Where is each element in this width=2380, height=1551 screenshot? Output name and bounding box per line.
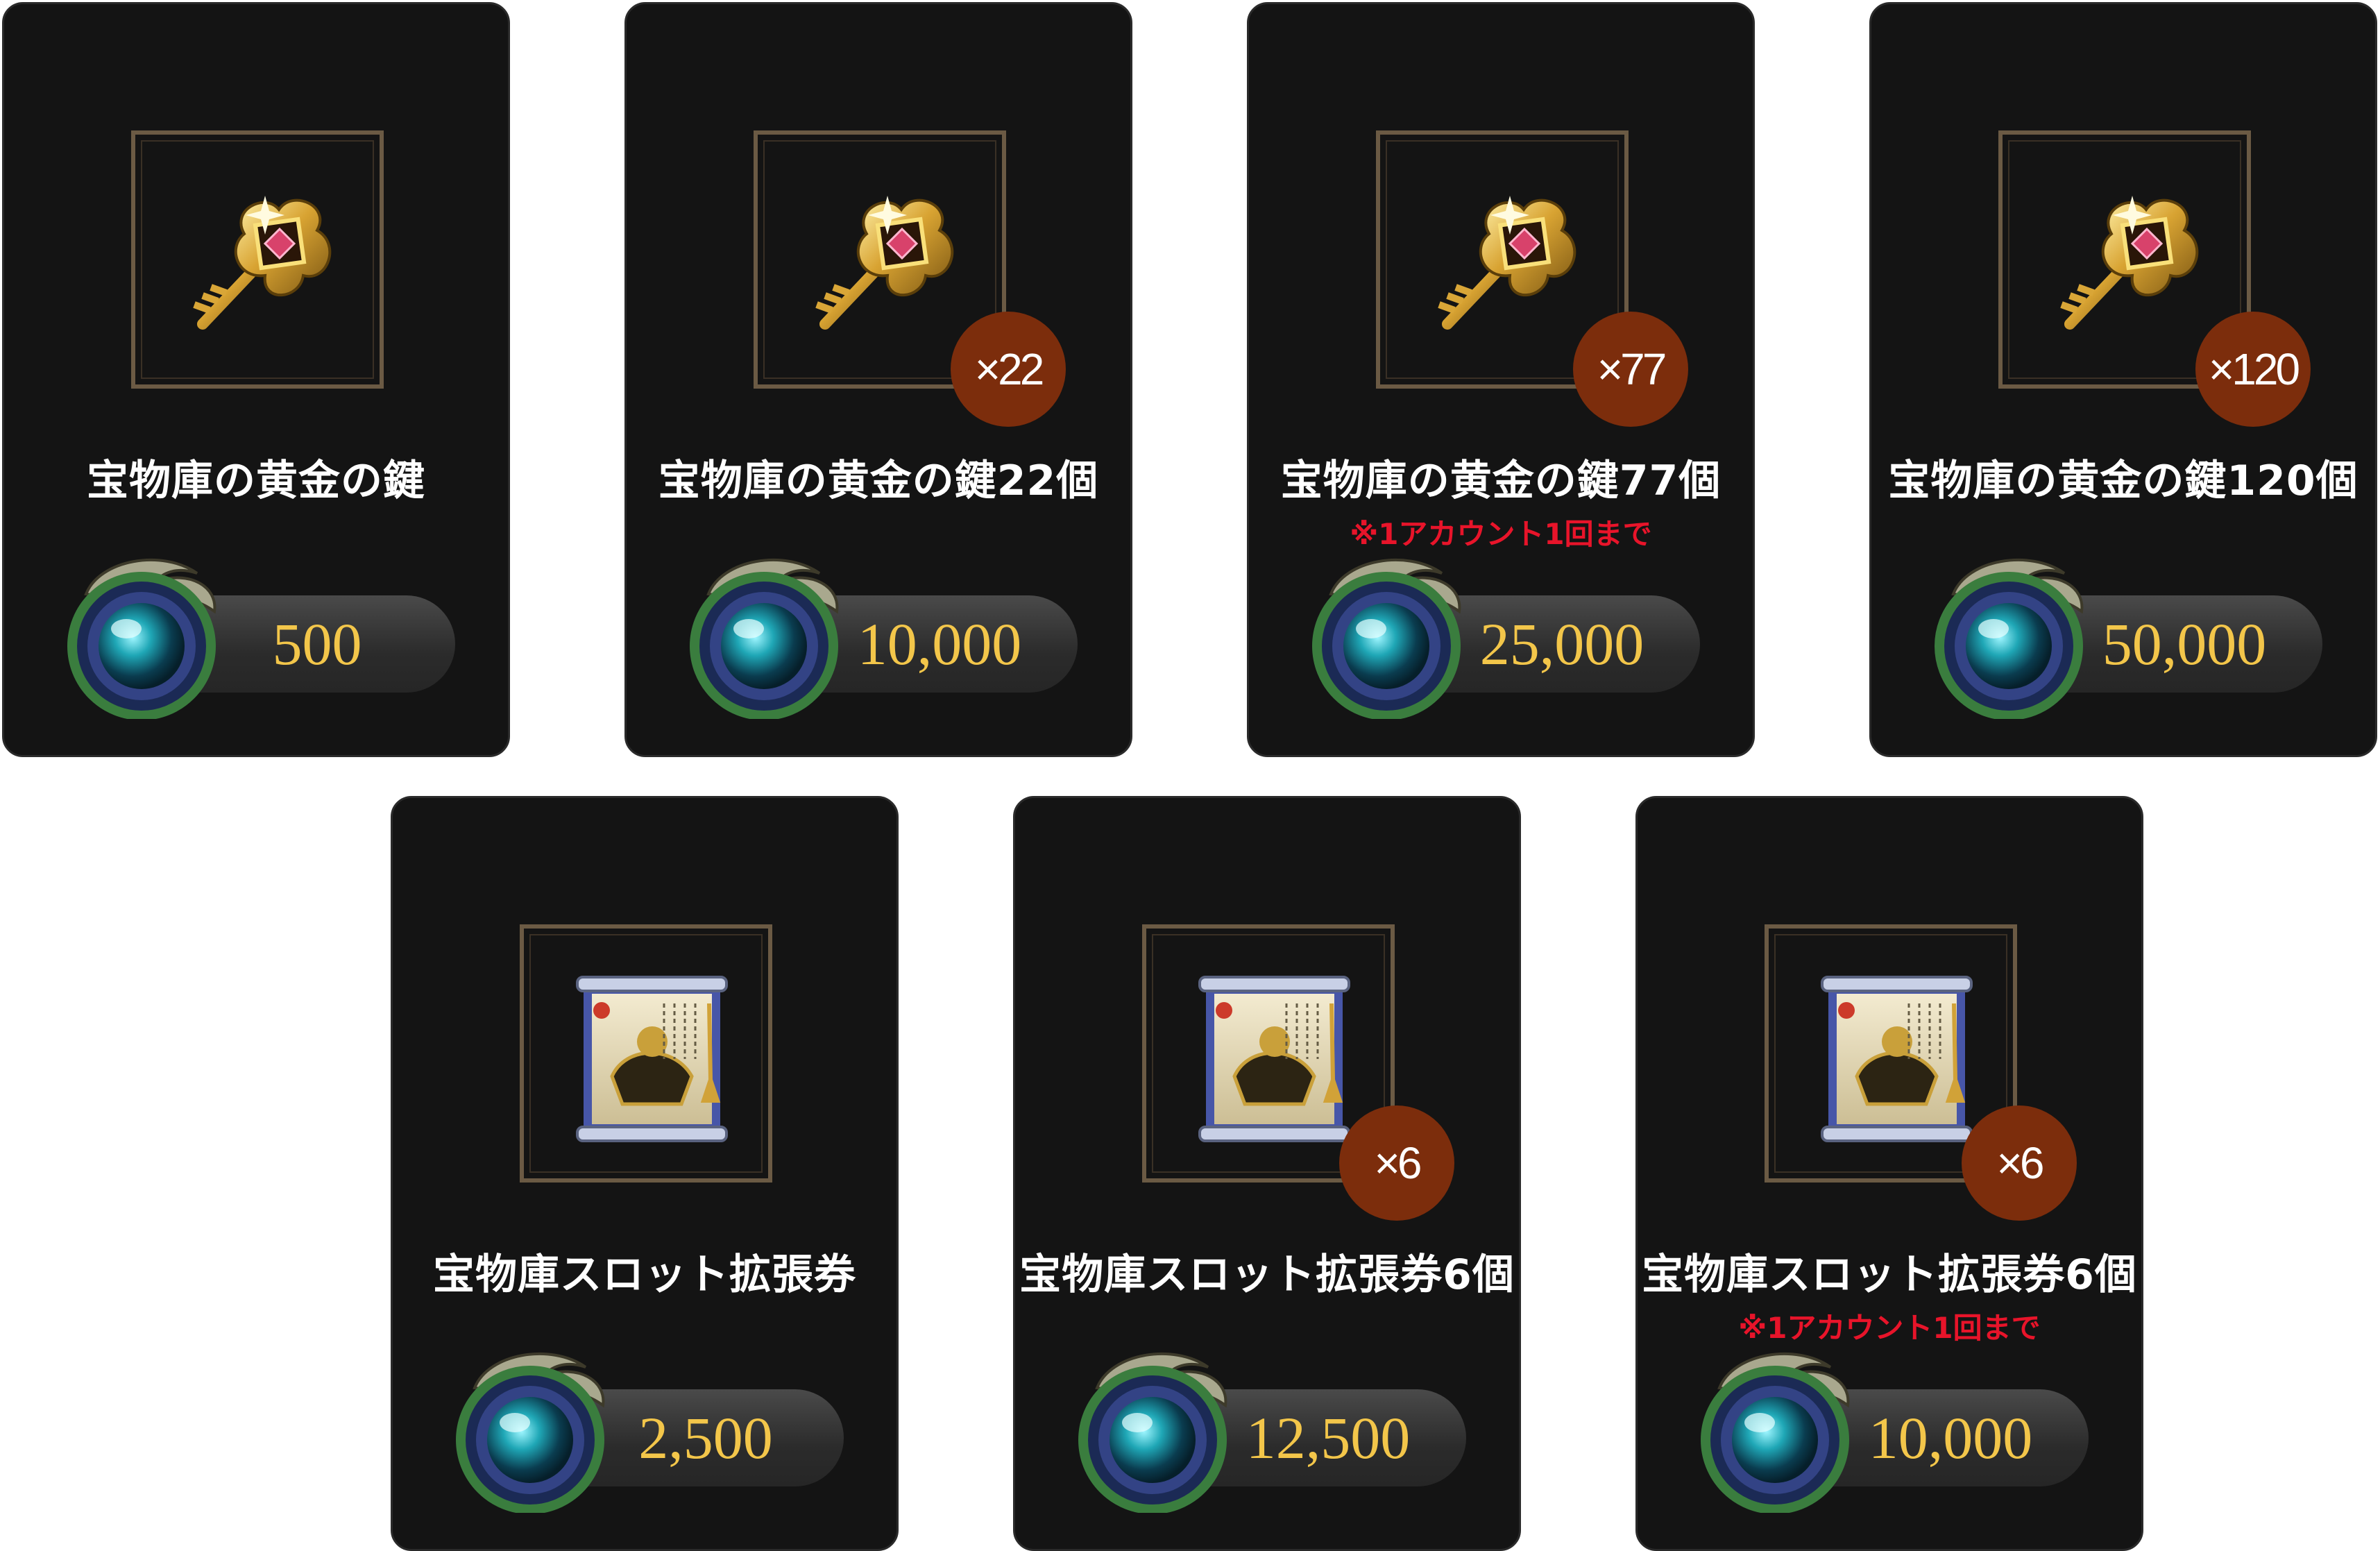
price-label: 2,500: [638, 1405, 773, 1471]
product-card[interactable]: ×77 宝物庫の黄金の鍵77個 ※1アカウント1回まで 25,000: [1247, 2, 1755, 757]
product-card[interactable]: ×120 宝物庫の黄金の鍵120個 50,000: [1869, 2, 2377, 757]
quantity-badge: ×120: [2195, 312, 2311, 427]
price-label: 500: [272, 611, 362, 677]
golden-key-icon: [2028, 168, 2222, 355]
golden-key-icon: [161, 168, 355, 355]
item-frame: [520, 924, 772, 1183]
product-title: 宝物庫の黄金の鍵77個: [1280, 457, 1722, 505]
product-title: 宝物庫スロット拡張券: [433, 1251, 856, 1299]
product-title: 宝物庫スロット拡張券6個: [1642, 1251, 2137, 1299]
gem-orb-icon: [1926, 545, 2092, 719]
golden-key-icon: [783, 168, 978, 355]
product-title: 宝物庫の黄金の鍵: [87, 457, 425, 505]
gem-orb-icon: [447, 1339, 613, 1513]
product-card[interactable]: 宝物庫の黄金の鍵 500: [2, 2, 510, 757]
product-card[interactable]: 宝物庫スロット拡張券 2,500: [391, 796, 899, 1551]
price-label: 25,000: [1479, 611, 1644, 677]
scroll-ticket-icon: [550, 962, 744, 1149]
scroll-ticket-icon: [1172, 962, 1366, 1149]
quantity-badge: ×6: [1962, 1105, 2077, 1221]
product-card[interactable]: ×6 宝物庫スロット拡張券6個 ※1アカウント1回まで 10,000: [1635, 796, 2143, 1551]
price-label: 10,000: [857, 611, 1022, 677]
product-title: 宝物庫の黄金の鍵120個: [1888, 457, 2358, 505]
gem-orb-icon: [1069, 1339, 1236, 1513]
quantity-badge: ×77: [1573, 312, 1688, 427]
scroll-ticket-icon: [1794, 962, 1989, 1149]
gem-orb-icon: [1303, 545, 1470, 719]
gem-orb-icon: [681, 545, 847, 719]
product-card[interactable]: ×6 宝物庫スロット拡張券6個 12,500: [1013, 796, 1521, 1551]
golden-key-icon: [1406, 168, 1600, 355]
product-title: 宝物庫の黄金の鍵22個: [658, 457, 1099, 505]
price-label: 12,500: [1246, 1405, 1411, 1471]
gem-orb-icon: [58, 545, 225, 719]
price-label: 10,000: [1868, 1405, 2033, 1471]
quantity-badge: ×6: [1339, 1105, 1454, 1221]
product-card[interactable]: ×22 宝物庫の黄金の鍵22個 10,000: [624, 2, 1132, 757]
product-title: 宝物庫スロット拡張券6個: [1019, 1251, 1515, 1299]
price-label: 50,000: [2102, 611, 2267, 677]
quantity-badge: ×22: [951, 312, 1066, 427]
item-frame: [131, 130, 384, 389]
gem-orb-icon: [1692, 1339, 1858, 1513]
